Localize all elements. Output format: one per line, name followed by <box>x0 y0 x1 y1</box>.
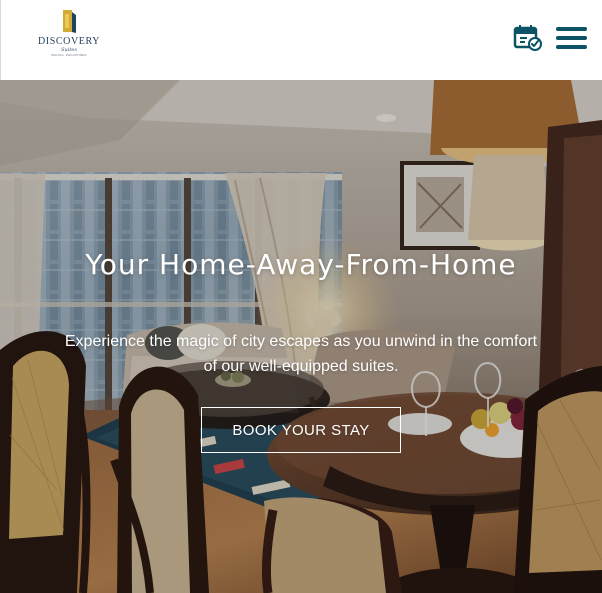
logo-brand-text: DISCOVERY <box>37 36 101 47</box>
discovery-suites-logo[interactable]: DISCOVERY Suites MANILA, PHILIPPINES <box>36 9 102 65</box>
logo-tagline: MANILA, PHILIPPINES <box>51 53 87 57</box>
hero-subtitle: Experience the magic of city escapes as … <box>64 333 538 375</box>
hero-content: Your Home-Away-From-Home Experience the … <box>0 80 602 593</box>
hamburger-menu-button[interactable] <box>556 27 588 49</box>
book-your-stay-button[interactable]: BOOK YOUR STAY <box>201 407 401 453</box>
site-header: DISCOVERY Suites MANILA, PHILIPPINES <box>0 0 602 80</box>
hero-title: Your Home-Away-From-Home <box>85 248 517 281</box>
hero-banner: Your Home-Away-From-Home Experience the … <box>0 80 602 593</box>
discovery-suites-home-page: DISCOVERY Suites MANILA, PHILIPPINES You… <box>0 0 602 593</box>
calendar-check-icon <box>513 25 542 51</box>
logo-mark-icon <box>63 10 76 33</box>
booking-calendar-button[interactable] <box>513 24 542 51</box>
